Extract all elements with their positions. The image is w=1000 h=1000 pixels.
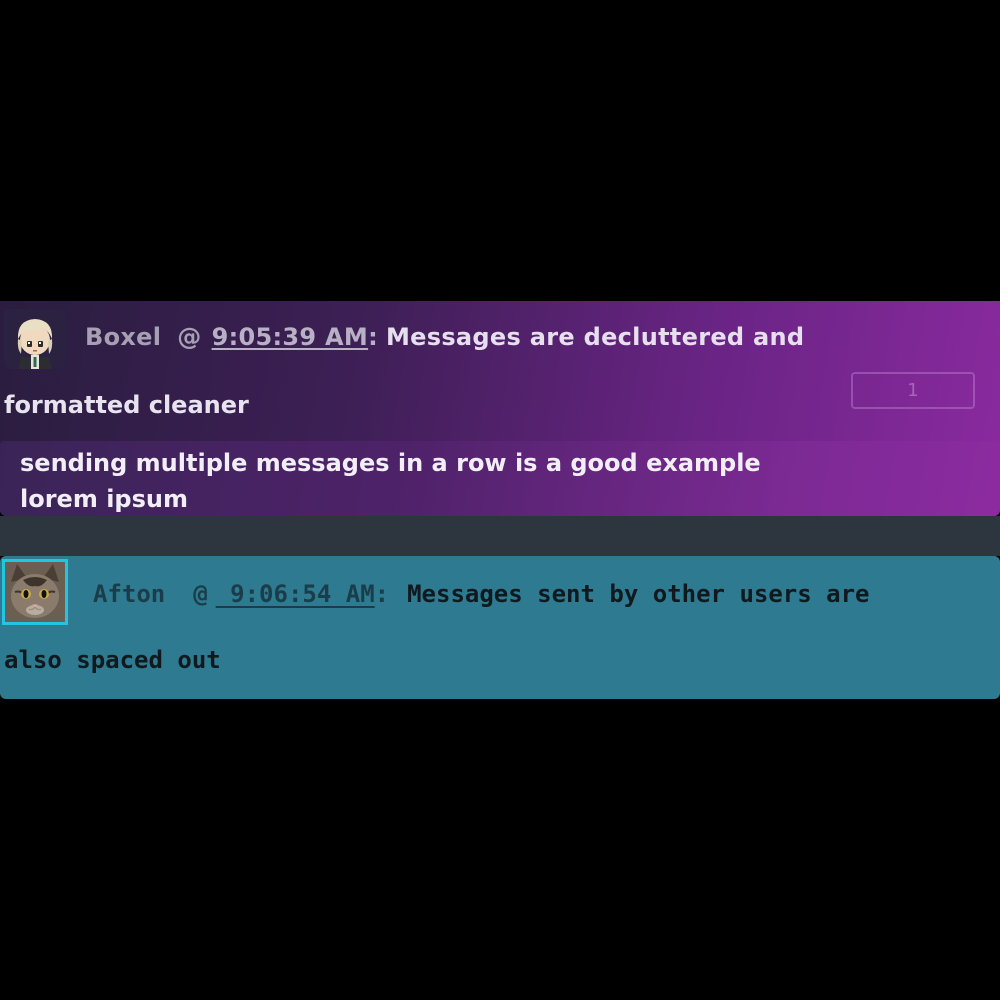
message-text-line2: also spaced out — [4, 646, 221, 674]
message-timestamp[interactable]: 9:05:39 AM — [212, 323, 369, 351]
chat-view: Boxel @9:05:39 AM: Messages are decluttere… — [0, 0, 1000, 1000]
at-symbol: @ — [193, 580, 208, 608]
chibi-avatar-icon — [4, 309, 66, 369]
own-message-header: Boxel @9:05:39 AM: Messages are decluttere… — [85, 323, 804, 351]
avatar-boxel[interactable] — [4, 309, 66, 369]
username-boxel[interactable]: Boxel — [85, 323, 161, 351]
other-message-group: Afton @ 9:06:54 AM: Messages sent by other… — [0, 556, 1000, 699]
message-timestamp[interactable]: 9:06:54 AM — [216, 580, 375, 608]
cat-photo-avatar-icon — [5, 562, 65, 622]
other-message-header: Afton @ 9:06:54 AM: Messages sent by other… — [93, 580, 869, 608]
followup-message: lorem ipsum — [20, 485, 188, 513]
at-symbol: @ — [177, 323, 202, 351]
message-count-badge[interactable]: 1 — [851, 372, 975, 409]
followup-message: sending multiple messages in a row is a … — [20, 449, 761, 477]
own-message-group: Boxel @9:05:39 AM: Messages are decluttere… — [0, 301, 1000, 516]
message-separator — [0, 516, 1000, 556]
timestamp-separator: : — [374, 580, 390, 608]
message-text-line1: Messages are decluttered and — [386, 323, 805, 351]
message-text-line2: formatted cleaner — [4, 391, 249, 419]
message-text-line1: Messages sent by other users are — [407, 580, 870, 608]
avatar-afton[interactable] — [2, 559, 68, 625]
username-afton[interactable]: Afton — [93, 580, 165, 608]
followup-messages: sending multiple messages in a row is a … — [0, 441, 1000, 516]
timestamp-separator: : — [368, 323, 378, 351]
